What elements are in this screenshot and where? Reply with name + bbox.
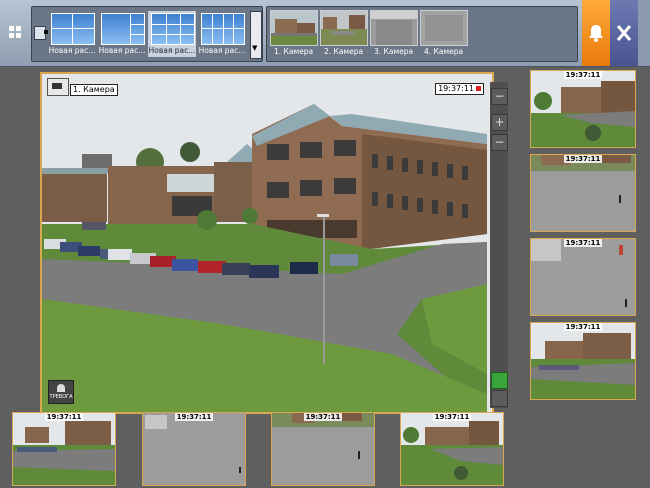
- alarm-caption: ТРЕВОГА: [49, 394, 73, 400]
- bell-icon: [589, 25, 603, 42]
- camera-preview: [13, 413, 115, 485]
- layout-gallery: Новая рас... Новая рас... Новая рас... Н…: [31, 6, 263, 62]
- alarm-button[interactable]: [582, 0, 610, 66]
- camera-thumb-2[interactable]: [320, 10, 368, 46]
- archive-icon[interactable]: [491, 390, 508, 407]
- bottom-camera-thumb[interactable]: 19:37:11: [142, 412, 246, 486]
- camera-thumb-label: 4. Камера: [424, 47, 464, 56]
- camera-preview: [272, 413, 374, 485]
- camera-strip: 1. Камера 2. Камера 3. Камера 4. Камера: [266, 6, 578, 62]
- layout-scroll-button[interactable]: ▼: [250, 11, 262, 59]
- bottom-camera-thumb[interactable]: 19:37:11: [271, 412, 375, 486]
- thumb-time: 19:37:11: [174, 413, 214, 421]
- camera-icon: [47, 78, 69, 96]
- camera-thumb-label: 1. Камера: [274, 47, 314, 56]
- camera-preview: [531, 323, 635, 399]
- panel-edge-button[interactable]: [638, 0, 650, 66]
- chevron-down-icon: ▼: [252, 44, 258, 52]
- layout-2x4-icon: [201, 13, 245, 45]
- tools-icon: [616, 25, 632, 41]
- thumb-time: 19:37:11: [432, 413, 472, 421]
- timestamp-label: 19:37:11: [435, 83, 484, 95]
- thumb-time: 19:37:11: [563, 155, 603, 163]
- camera-preview: [531, 71, 635, 147]
- top-toolbar: Новая рас... Новая рас... Новая рас... Н…: [0, 0, 650, 67]
- camera-video-frame: [42, 74, 492, 412]
- layout-label: Новая рас...: [148, 46, 196, 55]
- camera-thumb-3[interactable]: [370, 10, 418, 46]
- zoom-out-button[interactable]: −: [491, 88, 508, 105]
- layout-2x2-icon: [51, 13, 95, 45]
- bell-icon: [57, 384, 65, 392]
- zoom-out-button-2[interactable]: −: [491, 134, 508, 151]
- layout-item-selected[interactable]: Новая рас...: [148, 11, 196, 57]
- alarm-trigger-button[interactable]: ТРЕВОГА: [48, 380, 74, 404]
- layout-label: Новая рас...: [98, 46, 146, 55]
- camera-thumb-4[interactable]: [420, 10, 468, 46]
- layout-item[interactable]: Новая рас...: [98, 11, 146, 57]
- zoom-in-button[interactable]: +: [491, 114, 508, 131]
- main-camera-view[interactable]: 1. Камера 19:37:11 ТРЕВОГА: [40, 72, 494, 414]
- tools-button[interactable]: [610, 0, 638, 66]
- thumb-time: 19:37:11: [563, 71, 603, 79]
- bottom-camera-thumb[interactable]: 19:37:11: [12, 412, 116, 486]
- layout-label: Новая рас...: [198, 46, 246, 55]
- thumb-time: 19:37:11: [563, 323, 603, 331]
- layout-label: Новая рас...: [48, 46, 96, 55]
- layout-item[interactable]: Новая рас...: [198, 11, 246, 57]
- layout-edit-icon[interactable]: [34, 26, 48, 40]
- layout-1plus3-icon: [101, 13, 145, 45]
- view-control-column: − + −: [490, 82, 508, 408]
- camera-name-label: 1. Камера: [70, 84, 118, 96]
- monitor-icon[interactable]: [491, 372, 508, 389]
- side-camera-thumb[interactable]: 19:37:11: [530, 238, 636, 316]
- camera-thumb-1[interactable]: [270, 10, 318, 46]
- layout-3x3-icon: [151, 13, 195, 45]
- thumb-time: 19:37:11: [44, 413, 84, 421]
- side-camera-thumb[interactable]: 19:37:11: [530, 154, 636, 232]
- side-camera-thumb[interactable]: 19:37:11: [530, 70, 636, 148]
- thumb-time: 19:37:11: [563, 239, 603, 247]
- bottom-camera-thumb[interactable]: 19:37:11: [400, 412, 504, 486]
- camera-preview: [531, 155, 635, 231]
- layout-item[interactable]: Новая рас...: [48, 11, 96, 57]
- camera-thumb-label: 3. Камера: [374, 47, 414, 56]
- camera-preview: [143, 413, 245, 485]
- camera-thumb-label: 2. Камера: [324, 47, 364, 56]
- camera-preview: [531, 239, 635, 315]
- thumb-time: 19:37:11: [303, 413, 343, 421]
- grid-view-icon[interactable]: [9, 26, 23, 40]
- side-camera-thumb[interactable]: 19:37:11: [530, 322, 636, 400]
- camera-preview: [401, 413, 503, 485]
